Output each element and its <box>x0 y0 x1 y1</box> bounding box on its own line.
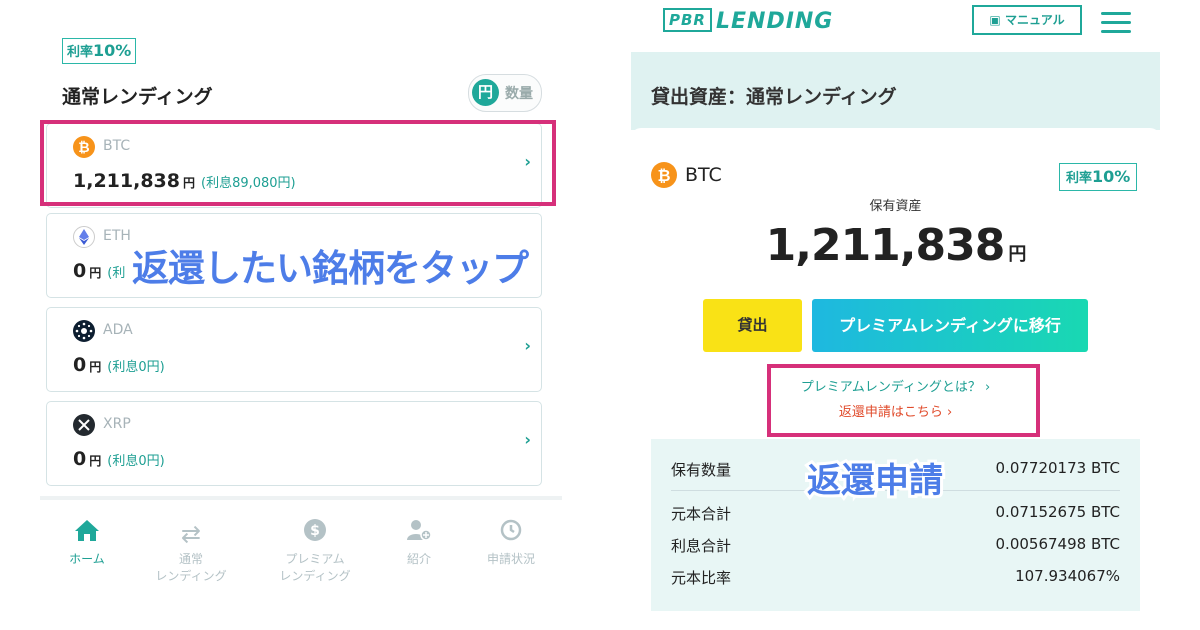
nav-premium-label-1: プレミアム <box>285 552 345 566</box>
nav-status[interactable]: 申請状況 <box>466 518 556 567</box>
nav-home-label: ホーム <box>69 552 105 566</box>
rate-badge-prefix: 利率 <box>67 45 94 60</box>
logo-pbr: PBR <box>663 8 712 32</box>
asset-card-xrp[interactable]: XRP 0 円 (利息0円) › <box>46 401 542 486</box>
coin-amount: 0 円 (利息0円) <box>73 448 165 470</box>
nav-premium-label-2: レンディング <box>279 569 351 583</box>
asset-header-band: 貸出資産：通常レンディング <box>631 52 1160 130</box>
toggle-yen[interactable]: 円 <box>472 79 499 106</box>
coin-name: XRP <box>103 416 131 432</box>
amount-yen: 円 <box>89 454 102 468</box>
logo-text: LENDING <box>715 9 834 34</box>
btc-icon: ₿ <box>651 162 677 188</box>
nav-normal-label-2: レンディング <box>155 569 227 583</box>
coin-amount: 0 円 (利 <box>73 260 125 282</box>
stat-value: 0.00567498 BTC <box>995 535 1120 553</box>
stat-label: 元本比率 <box>671 569 732 587</box>
eth-icon <box>73 226 95 248</box>
holding-yen: 円 <box>1008 244 1026 265</box>
nav-home[interactable]: ホーム <box>42 518 132 567</box>
history-icon <box>466 518 556 550</box>
nav-normal-lending[interactable]: ⇄ 通常 レンディング <box>146 518 236 584</box>
amount-value: 0 <box>73 260 87 282</box>
manual-label: マニュアル <box>1004 13 1065 27</box>
dollar-icon: $ <box>270 518 360 550</box>
amount-value: 0 <box>73 354 87 376</box>
amount-value: 0 <box>73 448 87 470</box>
swap-icon: ⇄ <box>180 520 202 548</box>
home-icon <box>42 518 132 550</box>
nav-normal-label-1: 通常 <box>178 552 203 566</box>
currency-toggle[interactable]: 円 数量 <box>468 74 542 112</box>
highlight-box-btc <box>40 120 556 206</box>
manual-button[interactable]: ▣ マニュアル <box>972 5 1082 35</box>
nav-status-label: 申請状況 <box>486 552 535 566</box>
pbr-lending-logo[interactable]: PBR LENDING <box>663 8 833 34</box>
app-header: PBR LENDING ▣ マニュアル <box>631 0 1160 52</box>
svg-text:₿: ₿ <box>657 166 670 185</box>
manual-icon: ▣ <box>989 13 1001 27</box>
stat-label: 保有数量 <box>671 461 732 479</box>
holding-amount: 1,211,838 円 <box>631 220 1160 271</box>
stat-row: 利息合計 0.00567498 BTC <box>671 535 1120 556</box>
interest-text: (利息0円) <box>107 360 165 375</box>
stat-label: 元本合計 <box>671 505 732 523</box>
coin-amount: 0 円 (利息0円) <box>73 354 165 376</box>
stat-value: 0.07152675 BTC <box>995 503 1120 521</box>
interest-text: (利息0円) <box>107 454 165 469</box>
coin-name: ETH <box>103 228 131 244</box>
rate-badge: 利率10% <box>62 38 137 64</box>
chevron-right-icon: › <box>524 430 531 449</box>
hamburger-menu-icon[interactable] <box>1101 12 1131 39</box>
bottom-nav: ホーム ⇄ 通常 レンディング $ プレミアム レンディング 紹介 申請状況 <box>40 496 562 618</box>
stat-label: 利息合計 <box>671 537 732 555</box>
lend-button[interactable]: 貸出 <box>703 299 802 352</box>
rate-badge-value: 10% <box>1092 167 1131 186</box>
amount-yen: 円 <box>89 266 102 280</box>
instruction-overlay-return: 返還申請 <box>804 458 946 504</box>
holding-amount-value: 1,211,838 <box>765 220 1006 271</box>
rate-badge: 利率10% <box>1059 163 1138 191</box>
holding-label: 保有資産 <box>869 199 922 214</box>
amount-yen: 円 <box>89 360 102 374</box>
stat-value: 107.934067% <box>1015 567 1120 585</box>
stat-value: 0.07720173 BTC <box>995 459 1120 477</box>
right-panel: 貸出資産：通常レンディング PBR LENDING ▣ マニュアル ₿ BTC 利… <box>631 0 1160 630</box>
add-user-icon <box>374 518 464 550</box>
rate-badge-prefix: 利率 <box>1066 171 1093 186</box>
asset-detail-card: ₿ BTC 利率10% 保有資産 1,211,838 円 貸出 プレミアムレンディ… <box>631 128 1160 630</box>
nav-premium-lending[interactable]: $ プレミアム レンディング <box>270 518 360 584</box>
toggle-quantity[interactable]: 数量 <box>505 83 533 103</box>
stat-row: 元本比率 107.934067% <box>671 567 1120 588</box>
asset-card-ada[interactable]: ADA 0 円 (利息0円) › <box>46 307 542 392</box>
chevron-right-icon: › <box>524 336 531 355</box>
highlight-box-return <box>767 364 1040 437</box>
ada-icon <box>73 320 95 342</box>
section-title: 通常レンディング <box>62 86 213 108</box>
rate-badge-value: 10% <box>93 41 132 60</box>
svg-text:$: $ <box>310 523 320 539</box>
band-title: 貸出資産：通常レンディング <box>651 86 897 108</box>
coin-name: BTC <box>685 164 722 186</box>
nav-referral[interactable]: 紹介 <box>374 518 464 567</box>
instruction-overlay-tap: 返還したい銘柄をタップ <box>129 244 532 293</box>
nav-referral-label: 紹介 <box>406 552 431 566</box>
xrp-icon <box>73 414 95 436</box>
left-panel: 利率10% 通常レンディング 円 数量 ₿ BTC 1,211,838 円 (利息8… <box>40 0 562 630</box>
stat-row: 元本合計 0.07152675 BTC <box>671 503 1120 524</box>
interest-text: (利 <box>107 266 126 281</box>
migrate-premium-button[interactable]: プレミアムレンディングに移行 <box>812 299 1088 352</box>
coin-name: ADA <box>103 322 133 338</box>
